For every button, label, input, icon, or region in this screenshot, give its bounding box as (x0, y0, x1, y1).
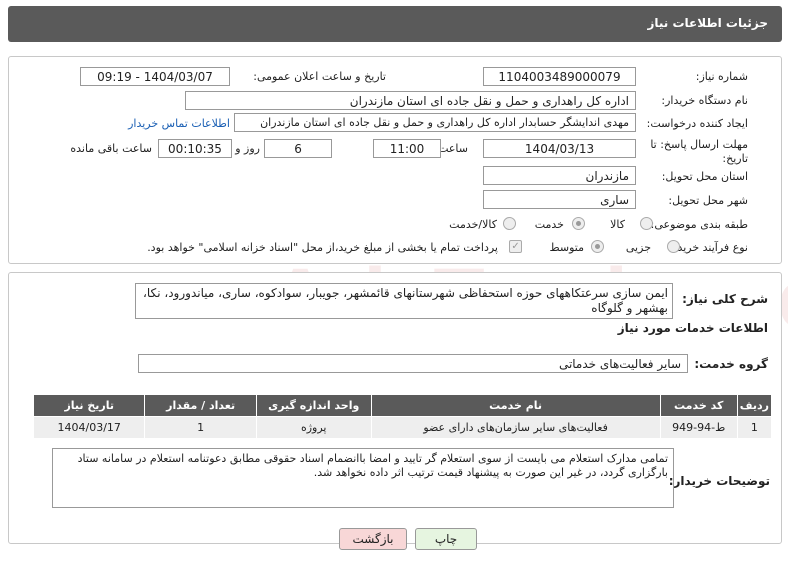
category-option-goods: کالا (610, 218, 625, 231)
col-unit: واحد اندازه گیری (255, 394, 372, 417)
page-title: جزئیات اطلاعات نیاز (647, 16, 768, 30)
process-option-medium: متوسط (549, 241, 584, 254)
services-table: ردیف کد خدمت نام خدمت واحد اندازه گیری ت… (32, 394, 773, 439)
city-label: شهر محل تحویل: (668, 194, 748, 207)
summary-textarea[interactable]: ایمن سازی سرعتکاههای حوزه استحفاظی شهرست… (135, 283, 673, 319)
days-label: روز و (235, 142, 260, 155)
announce-datetime-label: تاریخ و ساعت اعلان عمومی: (253, 70, 386, 83)
category-radio-goods[interactable] (640, 217, 653, 230)
category-radio-service[interactable] (572, 217, 585, 230)
payment-note: پرداخت تمام یا بخشی از مبلغ خرید،از محل … (147, 241, 498, 254)
cell-quantity: 1 (144, 416, 257, 439)
col-row-number: ردیف (736, 394, 773, 417)
cell-need-date: 1404/03/17 (32, 416, 146, 439)
remaining-time-label: ساعت باقی مانده (70, 142, 152, 155)
page-header: جزئیات اطلاعات نیاز (8, 6, 782, 42)
province-label: استان محل تحویل: (661, 170, 748, 183)
col-service-code: کد خدمت (659, 394, 738, 417)
category-label: طبقه بندی موضوعی: (650, 218, 748, 231)
process-option-minor: جزیی (625, 241, 651, 254)
cell-service-code: ط-94-949 (659, 416, 738, 439)
deadline-label: مهلت ارسال پاسخ: تا تاریخ: (650, 138, 748, 165)
process-radio-minor[interactable] (667, 240, 680, 253)
cell-unit: پروژه (255, 416, 372, 439)
col-service-name: نام خدمت (370, 394, 661, 417)
remaining-days-field[interactable]: 6 (264, 139, 332, 158)
buyer-contact-link[interactable]: اطلاعات تماس خریدار (128, 117, 230, 130)
print-button[interactable]: چاپ (415, 528, 477, 550)
payment-checkbox[interactable]: ✓ (509, 240, 522, 253)
col-need-date: تاریخ نیاز (32, 394, 146, 417)
need-number-field[interactable]: 1104003489000079 (483, 67, 636, 86)
requester-field[interactable]: مهدی اندایشگر حسابدار اداره کل راهداری و… (234, 113, 636, 132)
buyer-org-label: نام دستگاه خریدار: (661, 94, 748, 107)
remaining-time-field[interactable]: 00:10:35 (158, 139, 232, 158)
deadline-time-field[interactable]: 11:00 (373, 139, 441, 158)
city-field[interactable]: ساری (483, 190, 636, 209)
table-header-row: ردیف کد خدمت نام خدمت واحد اندازه گیری ت… (32, 394, 773, 417)
buyer-notes-label: توضیحات خریدار: (668, 474, 770, 488)
requester-label: ایجاد کننده درخواست: (646, 117, 748, 130)
cell-row-number: 1 (736, 416, 773, 439)
process-type-label: نوع فرآیند خرید : (670, 241, 748, 254)
col-quantity: تعداد / مقدار (144, 394, 257, 417)
buyer-notes-textarea[interactable]: تمامی مدارک استعلام می بایست از سوی استع… (52, 448, 674, 508)
deadline-time-label: ساعت (438, 142, 468, 155)
deadline-date-field[interactable]: 1404/03/13 (483, 139, 636, 158)
services-section-title: اطلاعات خدمات مورد نیاز (617, 321, 768, 335)
process-radio-medium[interactable] (591, 240, 604, 253)
table-row[interactable]: 1 ط-94-949 فعالیت‌های سایر سازمان‌های دا… (32, 416, 773, 439)
category-option-goods-service: کالا/خدمت (449, 218, 497, 231)
summary-label: شرح کلی نیاز: (682, 292, 768, 306)
cell-service-name: فعالیت‌های سایر سازمان‌های دارای عضو (370, 416, 661, 439)
service-group-label: گروه خدمت: (694, 357, 768, 371)
need-number-label: شماره نیاز: (695, 70, 748, 83)
service-group-field[interactable]: سایر فعالیت‌های خدماتی (138, 354, 688, 373)
province-field[interactable]: مازندران (483, 166, 636, 185)
buyer-org-field[interactable]: اداره کل راهداری و حمل و نقل جاده ای است… (185, 91, 636, 110)
announce-datetime-field[interactable]: 1404/03/07 - 09:19 (80, 67, 230, 86)
back-button[interactable]: بازگشت (339, 528, 407, 550)
category-option-service: خدمت (534, 218, 564, 231)
category-radio-goods-service[interactable] (503, 217, 516, 230)
